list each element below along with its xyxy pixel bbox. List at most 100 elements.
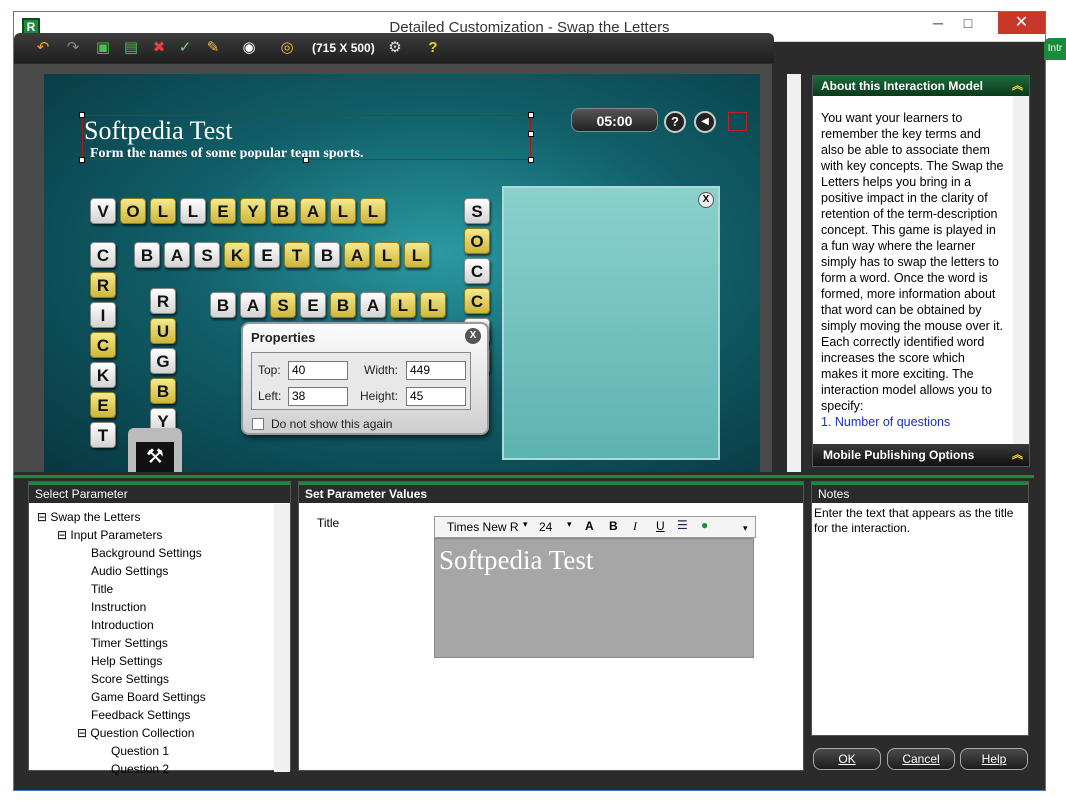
- letter-tile[interactable]: B: [210, 292, 236, 318]
- collapse-icon[interactable]: ︽: [1012, 76, 1023, 96]
- mobile-publishing-heading[interactable]: Mobile Publishing Options ︽: [813, 444, 1029, 466]
- resize-handle[interactable]: [528, 157, 534, 163]
- resize-handle[interactable]: [528, 131, 534, 137]
- letter-tile[interactable]: R: [150, 288, 176, 314]
- resize-handle[interactable]: [528, 112, 534, 118]
- letter-tile[interactable]: U: [150, 318, 176, 344]
- tree-item[interactable]: Game Board Settings: [37, 688, 206, 706]
- tree-item[interactable]: Score Settings: [37, 670, 206, 688]
- letter-tile[interactable]: C: [90, 242, 116, 268]
- title-selection-box[interactable]: [82, 115, 531, 160]
- letter-tile[interactable]: A: [164, 242, 190, 268]
- letter-tile[interactable]: A: [240, 292, 266, 318]
- letter-tile[interactable]: S: [464, 198, 490, 224]
- preview-eye-icon[interactable]: ◉: [238, 38, 260, 58]
- letter-tile[interactable]: L: [330, 198, 356, 224]
- letter-tile[interactable]: C: [464, 288, 490, 314]
- tree-group[interactable]: ⊟ Input Parameters: [37, 526, 206, 544]
- minimize-button[interactable]: ─: [923, 12, 953, 34]
- letter-tile[interactable]: V: [90, 198, 116, 224]
- help-question-icon[interactable]: ?: [422, 38, 444, 58]
- height-input[interactable]: 45: [406, 387, 466, 406]
- letter-tile[interactable]: E: [90, 392, 116, 418]
- letter-tile[interactable]: Y: [240, 198, 266, 224]
- letter-tile[interactable]: O: [120, 198, 146, 224]
- letter-tile[interactable]: G: [150, 348, 176, 374]
- answer-close-icon[interactable]: X: [698, 192, 714, 208]
- tree-item[interactable]: ⊟ Question Collection: [37, 724, 206, 742]
- letter-tile[interactable]: O: [464, 228, 490, 254]
- bold-icon[interactable]: B: [609, 519, 618, 533]
- resize-handle[interactable]: [79, 112, 85, 118]
- maximize-button[interactable]: □: [953, 12, 983, 34]
- about-heading[interactable]: About this Interaction Model ︽: [813, 76, 1029, 96]
- width-input[interactable]: 449: [406, 361, 466, 380]
- letter-tile[interactable]: I: [90, 302, 116, 328]
- undo-icon[interactable]: ↶: [32, 38, 54, 58]
- sound-icon[interactable]: ◀: [694, 111, 716, 133]
- close-button[interactable]: ✕: [998, 12, 1045, 34]
- intro-tab[interactable]: Intr: [1044, 38, 1066, 60]
- font-select[interactable]: Times New R: [447, 520, 519, 534]
- resize-handle[interactable]: [303, 157, 309, 163]
- redo-icon[interactable]: ↷: [62, 38, 84, 58]
- more-options-icon[interactable]: ▾: [743, 523, 748, 534]
- link-icon[interactable]: ●: [701, 518, 708, 532]
- tree-item-question[interactable]: Question 1: [37, 742, 206, 760]
- tree-item[interactable]: Background Settings: [37, 544, 206, 562]
- theme-icon[interactable]: ✎: [202, 38, 224, 58]
- list-icon[interactable]: ☰: [677, 518, 688, 532]
- letter-tile[interactable]: E: [300, 292, 326, 318]
- title-editor[interactable]: Softpedia Test: [434, 538, 754, 658]
- letter-tile[interactable]: B: [330, 292, 356, 318]
- settings-gear-icon[interactable]: ⚙: [384, 38, 406, 58]
- tree-item[interactable]: Timer Settings: [37, 634, 206, 652]
- letter-tile[interactable]: L: [420, 292, 446, 318]
- letter-tile[interactable]: L: [360, 198, 386, 224]
- ok-button[interactable]: OK: [813, 748, 881, 770]
- tree-root[interactable]: ⊟ Swap the Letters: [37, 508, 206, 526]
- letter-tile[interactable]: L: [180, 198, 206, 224]
- letter-tile[interactable]: A: [360, 292, 386, 318]
- letter-tile[interactable]: C: [464, 258, 490, 284]
- tree-item-question[interactable]: Question 2: [37, 760, 206, 778]
- letter-tile[interactable]: K: [224, 242, 250, 268]
- letter-tile[interactable]: R: [90, 272, 116, 298]
- letter-tile[interactable]: A: [300, 198, 326, 224]
- expand-icon[interactable]: ︽: [1012, 444, 1023, 466]
- letter-tile[interactable]: B: [314, 242, 340, 268]
- letter-tile[interactable]: S: [194, 242, 220, 268]
- delete-icon[interactable]: ✖: [148, 38, 170, 58]
- properties-close-icon[interactable]: X: [465, 328, 481, 344]
- resize-handle[interactable]: [79, 157, 85, 163]
- about-link[interactable]: 1. Number of questions: [821, 415, 950, 429]
- letter-tile[interactable]: L: [390, 292, 416, 318]
- cancel-button[interactable]: Cancel: [887, 748, 955, 770]
- letter-tile[interactable]: B: [134, 242, 160, 268]
- splitter[interactable]: [14, 475, 1034, 478]
- letter-tile[interactable]: S: [270, 292, 296, 318]
- tree-item[interactable]: Introduction: [37, 616, 206, 634]
- top-input[interactable]: 40: [288, 361, 348, 380]
- letter-tile[interactable]: E: [254, 242, 280, 268]
- letter-tile[interactable]: K: [90, 362, 116, 388]
- letter-tile[interactable]: L: [374, 242, 400, 268]
- game-help-icon[interactable]: ?: [664, 111, 686, 133]
- tree-scrollbar[interactable]: [274, 504, 290, 772]
- stage-scrollbar[interactable]: [787, 74, 801, 472]
- tree-item[interactable]: Help Settings: [37, 652, 206, 670]
- tree-item[interactable]: Title: [37, 580, 206, 598]
- about-scrollbar[interactable]: [1013, 96, 1029, 448]
- help-button[interactable]: Help: [960, 748, 1028, 770]
- letter-tile[interactable]: T: [284, 242, 310, 268]
- placeholder-box[interactable]: [728, 112, 747, 131]
- letter-tile[interactable]: L: [404, 242, 430, 268]
- letter-tile[interactable]: T: [90, 422, 116, 448]
- letter-tile[interactable]: L: [150, 198, 176, 224]
- tree-item[interactable]: Feedback Settings: [37, 706, 206, 724]
- letter-tile[interactable]: C: [90, 332, 116, 358]
- italic-icon[interactable]: I: [633, 519, 637, 534]
- left-input[interactable]: 38: [288, 387, 348, 406]
- font-dropdown-icon[interactable]: ▾: [523, 519, 528, 530]
- tools-icon[interactable]: ⚒: [136, 442, 174, 472]
